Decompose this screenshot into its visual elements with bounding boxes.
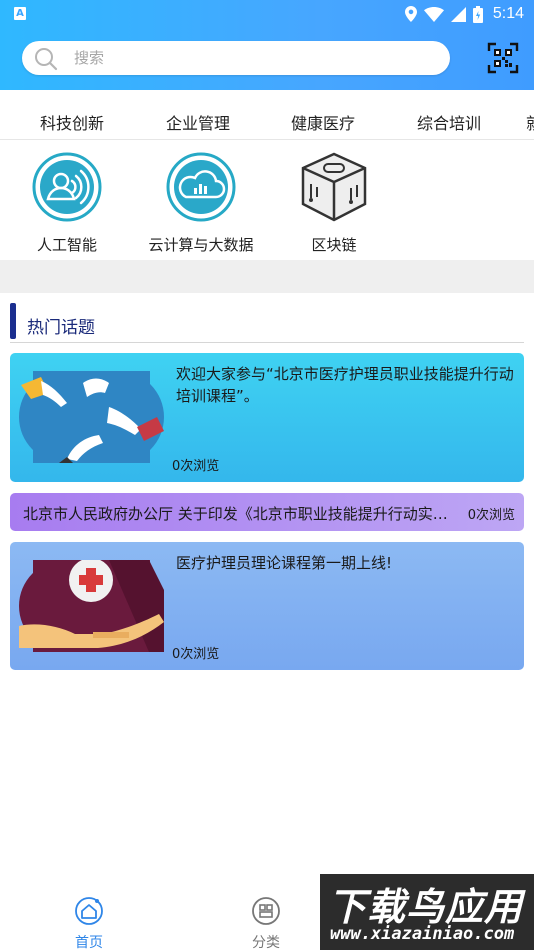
section-title: 热门话题 (27, 318, 95, 338)
signal-icon (450, 6, 466, 22)
category-icon (252, 897, 280, 925)
search-bar[interactable] (22, 41, 450, 75)
topic-title: 医疗护理员理论课程第一期上线! (176, 554, 393, 572)
subcategory-grid: 人工智能 云计算与大数据 区块链 (0, 140, 534, 260)
ai-icon (32, 152, 102, 222)
subcategory-label: 区块链 (311, 236, 357, 254)
subcategory-label: 人工智能 (36, 236, 97, 254)
watermark: 下载鸟应用 www.xiazainiao.com (320, 874, 534, 950)
topic-views: 0次浏览 (172, 459, 220, 474)
topic-card[interactable]: 欢迎大家参与“北京市医疗护理员职业技能提升行动培训课程”。 0次浏览 (10, 353, 524, 482)
helping-hands-image (19, 371, 164, 463)
battery-icon (472, 5, 483, 23)
qr-code-icon[interactable] (487, 42, 519, 74)
medical-care-image (19, 560, 164, 652)
topic-views: 0次浏览 (172, 647, 220, 662)
tab-employment[interactable]: 就 (526, 110, 534, 134)
nav-label: 分类 (252, 935, 280, 950)
home-icon (75, 897, 103, 925)
nav-home[interactable]: 首页 (59, 896, 119, 950)
topic-views: 0次浏览 (467, 508, 515, 523)
nav-category[interactable]: 分类 (236, 896, 296, 950)
watermark-url: www.xiazainiao.com (330, 924, 515, 944)
notification-badge: A (14, 7, 26, 20)
tab-tech-innovation[interactable]: 科技创新 (40, 110, 104, 134)
status-time: 5:14 (492, 5, 524, 22)
topic-title: 北京市人民政府办公厅 关于印发《北京市职业技能提升行动实施方案》的通知 (23, 505, 453, 523)
hot-topics-header: 热门话题 (10, 303, 524, 343)
search-icon (35, 48, 58, 71)
search-input[interactable] (74, 47, 434, 69)
tab-health-medical[interactable]: 健康医疗 (291, 110, 355, 134)
location-icon (404, 6, 417, 22)
status-bar: A 5:14 (0, 0, 534, 28)
cloud-data-icon (166, 152, 236, 222)
subcategory-label: 云计算与大数据 (148, 236, 254, 254)
section-divider (0, 260, 534, 293)
topic-title: 欢迎大家参与“北京市医疗护理员职业技能提升行动培训课程”。 (176, 365, 514, 405)
topic-card[interactable]: 医疗护理员理论课程第一期上线! 0次浏览 (10, 542, 524, 670)
nav-label: 首页 (75, 935, 103, 950)
subcategory-cloud-big-data[interactable]: 云计算与大数据 (136, 152, 266, 255)
blockchain-icon (301, 152, 367, 222)
subcategory-ai[interactable]: 人工智能 (2, 152, 132, 255)
app-header: A 5:14 (0, 0, 534, 90)
tab-enterprise-management[interactable]: 企业管理 (166, 110, 230, 134)
section-accent-bar (10, 303, 16, 339)
tab-general-training[interactable]: 综合培训 (417, 110, 481, 134)
status-icons: 5:14 (404, 4, 524, 24)
wifi-icon (423, 6, 444, 22)
watermark-text: 下载鸟应用 (328, 885, 524, 929)
category-tabs: 科技创新 企业管理 健康医疗 综合培训 就 (0, 100, 534, 140)
topic-card[interactable]: 北京市人民政府办公厅 关于印发《北京市职业技能提升行动实施方案》的通知 0次浏览 (10, 493, 524, 531)
subcategory-blockchain[interactable]: 区块链 (269, 152, 399, 255)
